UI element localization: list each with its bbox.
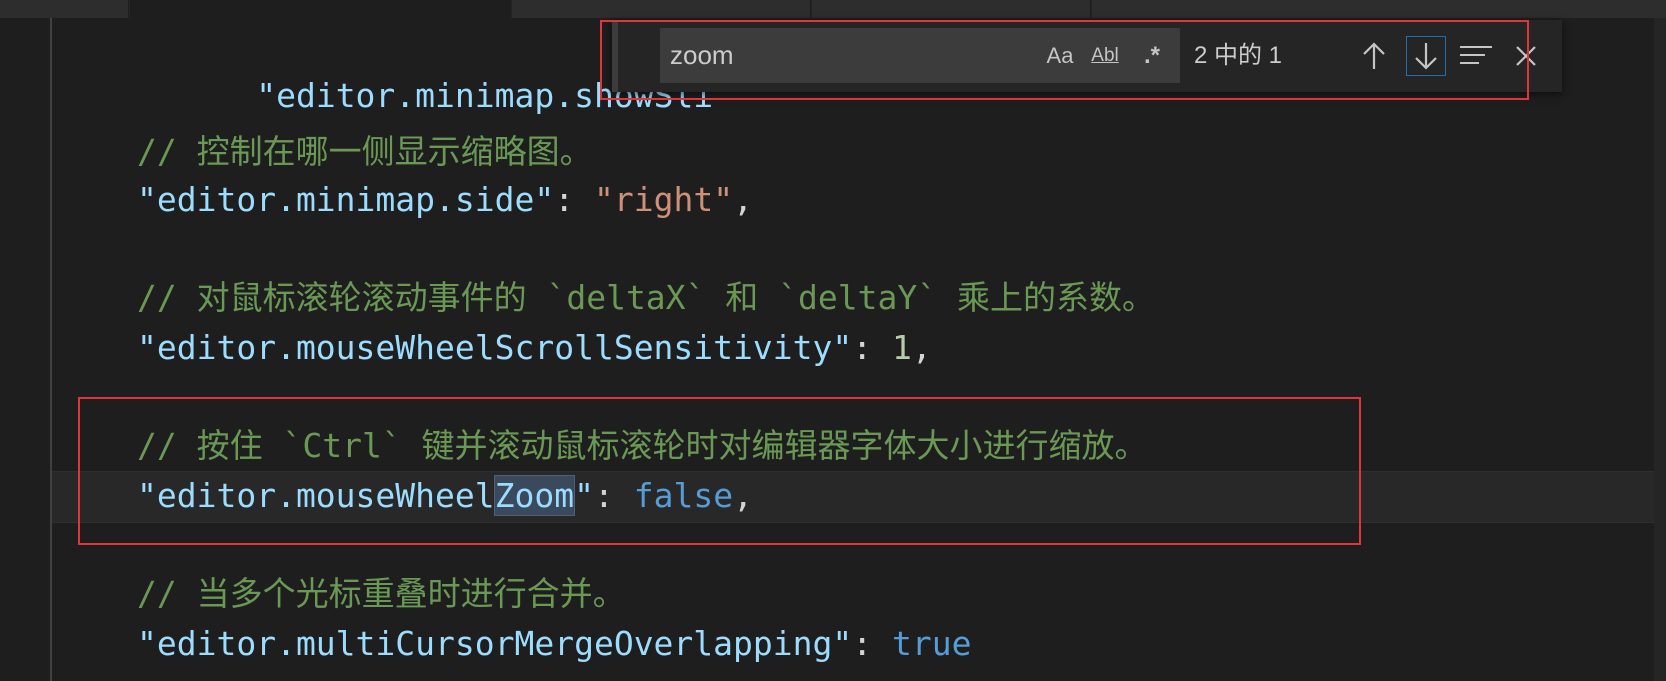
comma: , [733,180,753,219]
comment-line[interactable]: // 控制在哪一侧显示缩略图。 [137,128,593,176]
setting-value: true [892,624,972,663]
code-editor[interactable]: "editor.minimap.showSli // 控制在哪一侧显示缩略图。 … [0,0,1666,681]
setting-key: "editor.multiCursorMergeOverlapping" [137,624,853,663]
comment-line[interactable]: // 对鼠标滚轮滚动事件的 `deltaX` 和 `deltaY` 乘上的系数。 [137,274,1155,322]
annotation-box-find [600,20,1529,100]
vertical-scrollbar[interactable] [1654,18,1666,681]
annotation-box-setting [78,397,1361,545]
setting-key: "editor.mouseWheelScrollSensitivity" [137,328,853,367]
code-line[interactable]: "editor.minimap.side": "right", [137,176,753,224]
colon: : [554,180,594,219]
code-line[interactable]: "editor.mouseWheelScrollSensitivity": 1, [137,324,932,372]
comma: , [911,328,932,367]
setting-value: 1 [892,328,912,367]
setting-key: "editor.minimap.side" [137,180,555,219]
editor-window: "editor.minimap.showSli // 控制在哪一侧显示缩略图。 … [0,0,1666,681]
comment-line[interactable]: // 当多个光标重叠时进行合并。 [137,570,626,618]
colon: : [852,328,892,367]
code-line[interactable]: "editor.multiCursorMergeOverlapping": tr… [137,620,971,668]
setting-value: "right" [593,180,734,219]
colon: : [852,624,892,663]
